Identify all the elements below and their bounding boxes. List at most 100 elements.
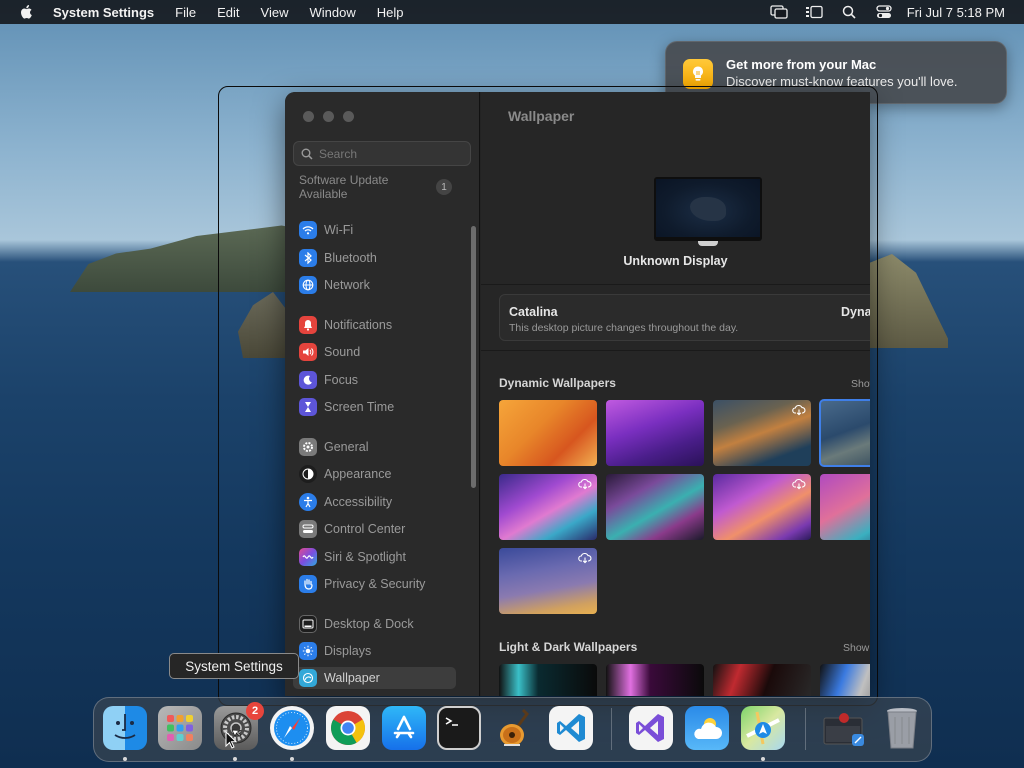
wallpaper-thumbnail-the-lake[interactable] xyxy=(606,474,704,540)
menu-app-name[interactable]: System Settings xyxy=(53,5,154,20)
sidebar-item-control-center[interactable]: Control Center xyxy=(299,518,405,540)
menu-help[interactable]: Help xyxy=(377,5,404,20)
wallpaper-thumbnail-light-dark-4[interactable] xyxy=(820,664,870,696)
light-dark-show-all-button[interactable]: Show xyxy=(843,642,869,654)
stage-manager-icon[interactable] xyxy=(805,5,823,19)
control-center-icon xyxy=(299,520,317,538)
menu-clock[interactable]: Fri Jul 7 5:18 PM xyxy=(907,5,1005,20)
sidebar-item-screen-time[interactable]: Screen Time xyxy=(299,396,394,418)
dock-visual-studio-icon[interactable] xyxy=(629,706,673,750)
sidebar-item-notifications[interactable]: Notifications xyxy=(299,314,392,336)
sidebar-scrollbar[interactable] xyxy=(471,226,476,488)
sidebar-item-desktop-dock[interactable]: Desktop & Dock xyxy=(299,613,414,635)
sidebar-item-privacy-security[interactable]: Privacy & Security xyxy=(299,573,425,595)
sidebar-item-label: Bluetooth xyxy=(324,251,377,265)
dock-vscode-icon[interactable] xyxy=(549,706,593,750)
dock-maps-icon[interactable] xyxy=(741,706,785,750)
dock-safari-icon[interactable] xyxy=(270,706,314,750)
close-window-button[interactable] xyxy=(303,111,314,122)
dock-chrome-icon[interactable] xyxy=(326,706,370,750)
software-update-item[interactable]: Software Update Available xyxy=(299,173,439,201)
spotlight-search-icon[interactable] xyxy=(840,5,858,19)
dock-running-indicator xyxy=(123,757,127,761)
wallpaper-thumbnail-big-sur-coast[interactable] xyxy=(713,400,811,466)
sidebar-item-appearance[interactable]: Appearance xyxy=(299,463,391,485)
sidebar-item-label: Desktop & Dock xyxy=(324,617,414,631)
wallpaper-thumbnail-solar-gradients[interactable] xyxy=(499,548,597,614)
desktop-landscape-right xyxy=(868,254,948,348)
sidebar-item-label: Wallpaper xyxy=(324,671,380,685)
wallpaper-thumbnail-light-dark-3[interactable] xyxy=(713,664,811,696)
dock-notification-badge: 2 xyxy=(246,702,264,720)
menu-window[interactable]: Window xyxy=(309,5,355,20)
dock-garageband-icon[interactable] xyxy=(493,706,537,750)
sidebar-item-wifi[interactable]: Wi-Fi xyxy=(299,219,353,241)
sidebar-item-accessibility[interactable]: Accessibility xyxy=(299,491,392,513)
wallpaper-thumbnail-catalina-selected[interactable] xyxy=(819,399,870,467)
wallpaper-thumbnail-monterey[interactable] xyxy=(606,400,704,466)
dock-downloads-stack-icon[interactable] xyxy=(822,706,866,750)
menu-view[interactable]: View xyxy=(261,5,289,20)
wallpaper-thumbnail-light-dark-2[interactable] xyxy=(606,664,704,696)
screen-mirroring-icon[interactable] xyxy=(770,5,788,19)
menu-edit[interactable]: Edit xyxy=(217,5,239,20)
accessibility-icon xyxy=(299,493,317,511)
search-input[interactable] xyxy=(319,146,459,161)
apple-logo-icon[interactable] xyxy=(19,5,33,19)
sidebar-item-label: Sound xyxy=(324,345,361,359)
dock-icon xyxy=(299,615,317,633)
menu-file[interactable]: File xyxy=(175,5,196,20)
wallpaper-thumbnail-ventura[interactable] xyxy=(499,400,597,466)
current-wallpaper-card: Catalina This desktop picture changes th… xyxy=(499,294,870,341)
sidebar-item-label: Wi-Fi xyxy=(324,223,354,237)
moon-icon xyxy=(299,371,317,389)
wallpaper-mode-popup[interactable]: Dyna xyxy=(841,305,870,319)
sidebar-item-focus[interactable]: Focus xyxy=(299,369,358,391)
sidebar-item-label: Focus xyxy=(324,373,359,387)
sidebar-item-wallpaper[interactable]: Wallpaper xyxy=(293,667,456,689)
wallpaper-thumbnail-the-cliffs[interactable] xyxy=(499,474,597,540)
zoom-window-button[interactable] xyxy=(343,111,354,122)
sidebar-item-label: Control Center xyxy=(324,522,406,536)
speaker-icon xyxy=(299,343,317,361)
sidebar-item-network[interactable]: Network xyxy=(299,274,370,296)
minimize-window-button[interactable] xyxy=(323,111,334,122)
display-screen-wallpaper xyxy=(656,179,760,237)
dock-launchpad-icon[interactable] xyxy=(158,706,202,750)
dock-terminal-icon[interactable] xyxy=(437,706,481,750)
wallpaper-thumbnail-the-beach[interactable] xyxy=(820,474,870,540)
sidebar-item-label: Appearance xyxy=(324,467,392,481)
download-cloud-icon xyxy=(578,552,592,564)
sidebar-item-bluetooth[interactable]: Bluetooth xyxy=(299,247,377,269)
sidebar-item-displays[interactable]: Displays xyxy=(299,640,371,662)
wallpaper-icon xyxy=(299,669,317,687)
dock-app-store-icon[interactable] xyxy=(382,706,426,750)
sidebar-item-label: Privacy & Security xyxy=(324,577,426,591)
gear-icon xyxy=(299,438,317,456)
mouse-cursor-icon xyxy=(225,731,237,749)
sidebar-item-general[interactable]: General xyxy=(299,436,368,458)
update-count-badge: 1 xyxy=(436,179,452,195)
hourglass-icon xyxy=(299,398,317,416)
divider xyxy=(481,284,870,285)
sidebar-item-siri-spotlight[interactable]: Siri & Spotlight xyxy=(299,546,406,568)
dock-separator xyxy=(611,708,612,750)
download-cloud-icon xyxy=(792,478,806,490)
lightbulb-icon xyxy=(683,59,713,89)
sidebar-search[interactable] xyxy=(293,141,471,166)
sidebar-item-sound[interactable]: Sound xyxy=(299,341,360,363)
notification-title: Get more from your Mac xyxy=(726,57,877,72)
dock-finder-icon[interactable] xyxy=(103,706,147,750)
control-center-icon[interactable] xyxy=(875,5,893,19)
wallpaper-thumbnail-the-desert[interactable] xyxy=(713,474,811,540)
wallpaper-thumbnail-light-dark-1[interactable] xyxy=(499,664,597,696)
hand-icon xyxy=(299,575,317,593)
dynamic-show-all-button[interactable]: Show xyxy=(851,378,870,390)
dock-weather-icon[interactable] xyxy=(685,706,729,750)
wifi-icon xyxy=(299,221,317,239)
divider xyxy=(481,350,870,351)
current-wallpaper-description: This desktop picture changes throughout … xyxy=(509,322,739,334)
sidebar-item-label: Notifications xyxy=(324,318,393,332)
dock-trash-icon[interactable] xyxy=(880,706,924,750)
display-stand xyxy=(698,241,718,246)
